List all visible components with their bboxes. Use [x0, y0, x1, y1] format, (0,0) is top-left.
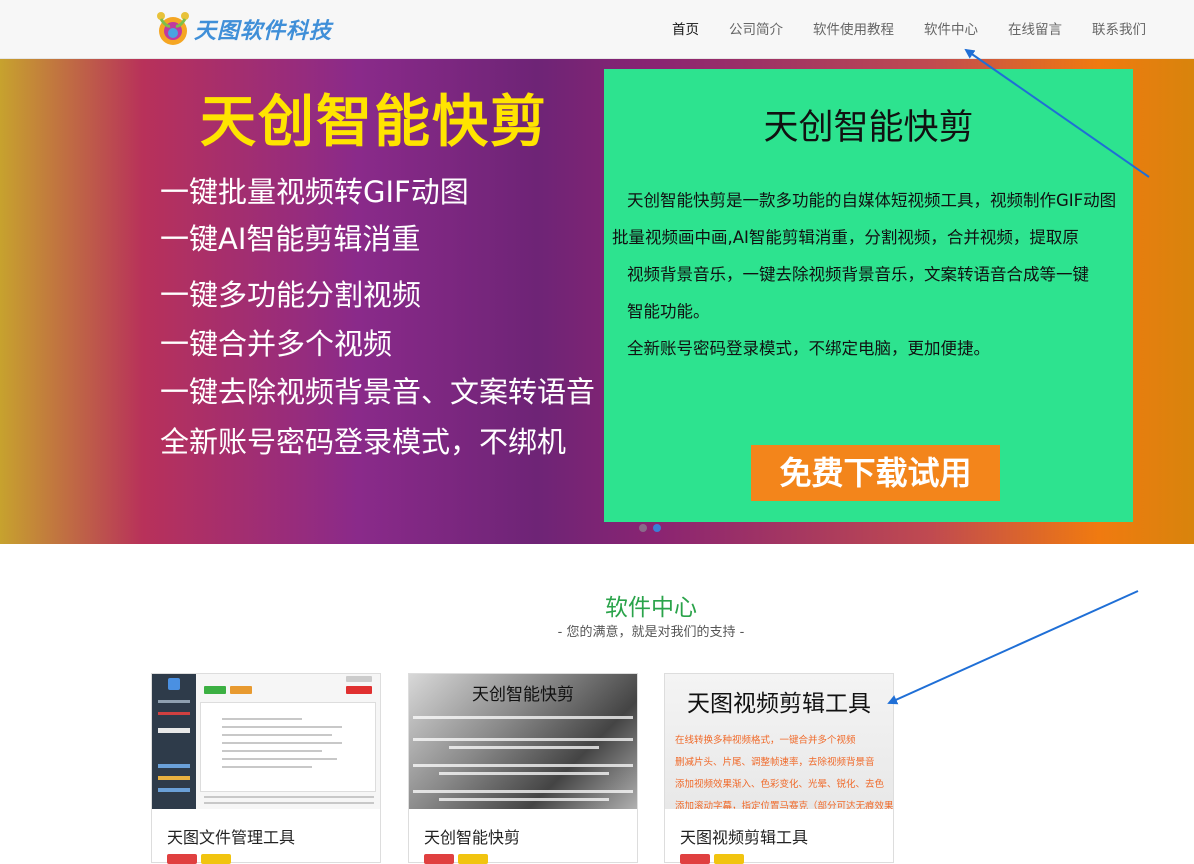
product-name[interactable]: 天图文件管理工具 [167, 824, 295, 848]
hero-banner[interactable]: 天创智能快剪 一键批量视频转GIF动图 一键AI智能剪辑消重 一键多功能分割视频… [0, 59, 1194, 544]
banner-feature: 一键多功能分割视频 [160, 278, 422, 312]
site-header: 天图软件科技 首页 公司简介 软件使用教程 软件中心 在线留言 联系我们 [0, 0, 1194, 59]
nav-about[interactable]: 公司简介 [729, 18, 783, 38]
logo-text: 天图软件科技 [194, 19, 333, 44]
product-thumbnail[interactable]: 天图视频剪辑工具 在线转换多种视频格式，一键合并多个视频 删减片头、片尾、调整帧… [665, 674, 893, 809]
thumb-title: 天创智能快剪 [472, 685, 574, 705]
description-line: 天创智能快剪是一款多功能的自媒体短视频工具，视频制作GIF动图 [627, 191, 1117, 210]
product-thumbnail[interactable]: 天创智能快剪 [409, 674, 637, 809]
product-card-video-editor[interactable]: 天图视频剪辑工具 在线转换多种视频格式，一键合并多个视频 删减片头、片尾、调整帧… [664, 673, 894, 864]
banner-title: 天创智能快剪 [200, 90, 548, 155]
carousel-dots [639, 524, 661, 532]
thumb-main [196, 674, 380, 809]
banner-product-card: 天创智能快剪 天创智能快剪是一款多功能的自媒体短视频工具，视频制作GIF动图 批… [604, 69, 1133, 522]
thumb-line: 删减片头、片尾、调整帧速率，去除视频背景音 [675, 757, 875, 768]
product-card-description: 天创智能快剪是一款多功能的自媒体短视频工具，视频制作GIF动图 批量视频画中画,… [612, 182, 1127, 367]
product-name[interactable]: 天图视频剪辑工具 [680, 824, 808, 848]
carousel-dot-active[interactable] [653, 524, 661, 532]
banner-feature: 一键合并多个视频 [160, 327, 393, 361]
description-line: 视频背景音乐，一键去除视频背景音乐，文案转语音合成等一键 [627, 265, 1089, 284]
product-card-smart-cut[interactable]: 天创智能快剪 天创智能快剪 [408, 673, 638, 864]
product-thumbnail[interactable] [152, 674, 380, 809]
section-subtitle: - 您的满意，就是对我们的支持 - [557, 625, 745, 640]
nav-contact[interactable]: 联系我们 [1092, 18, 1146, 38]
thumb-line: 在线转换多种视频格式，一键合并多个视频 [675, 735, 856, 746]
description-line: 批量视频画中画,AI智能剪辑消重，分割视频，合并视频，提取原 [612, 228, 1079, 247]
product-card-file-manager[interactable]: 天图文件管理工具 [151, 673, 381, 864]
section-title: 软件中心 [605, 595, 697, 621]
nav-software-center[interactable]: 软件中心 [924, 18, 978, 38]
thumb-sidebar [152, 674, 196, 809]
carousel-dot[interactable] [639, 524, 647, 532]
main-nav: 首页 公司简介 软件使用教程 软件中心 在线留言 联系我们 [672, 18, 1176, 38]
nav-tutorials[interactable]: 软件使用教程 [813, 18, 894, 38]
banner-feature: 一键AI智能剪辑消重 [160, 222, 421, 256]
product-card-title: 天创智能快剪 [763, 108, 974, 148]
logo-mark-icon [157, 12, 189, 45]
banner-feature: 一键批量视频转GIF动图 [160, 175, 469, 209]
product-name[interactable]: 天创智能快剪 [424, 824, 520, 848]
thumb-title: 天图视频剪辑工具 [687, 691, 871, 717]
site-logo[interactable]: 天图软件科技 [154, 8, 332, 50]
description-line: 智能功能。 [627, 302, 710, 321]
thumb-line: 添加视频效果渐入、色彩变化、光晕、锐化、去色 [675, 779, 885, 790]
banner-feature: 全新账号密码登录模式，不绑机 [160, 425, 567, 459]
free-download-button[interactable]: 免费下载试用 [751, 445, 1000, 501]
thumb-line: 添加滚动字幕，指定位置马赛克（部分可达无痕效果） [675, 801, 893, 809]
nav-home[interactable]: 首页 [672, 18, 699, 38]
banner-feature: 一键去除视频背景音、文案转语音 [160, 375, 596, 409]
description-line: 全新账号密码登录模式，不绑定电脑，更加便捷。 [627, 339, 990, 358]
nav-guestbook[interactable]: 在线留言 [1008, 18, 1062, 38]
